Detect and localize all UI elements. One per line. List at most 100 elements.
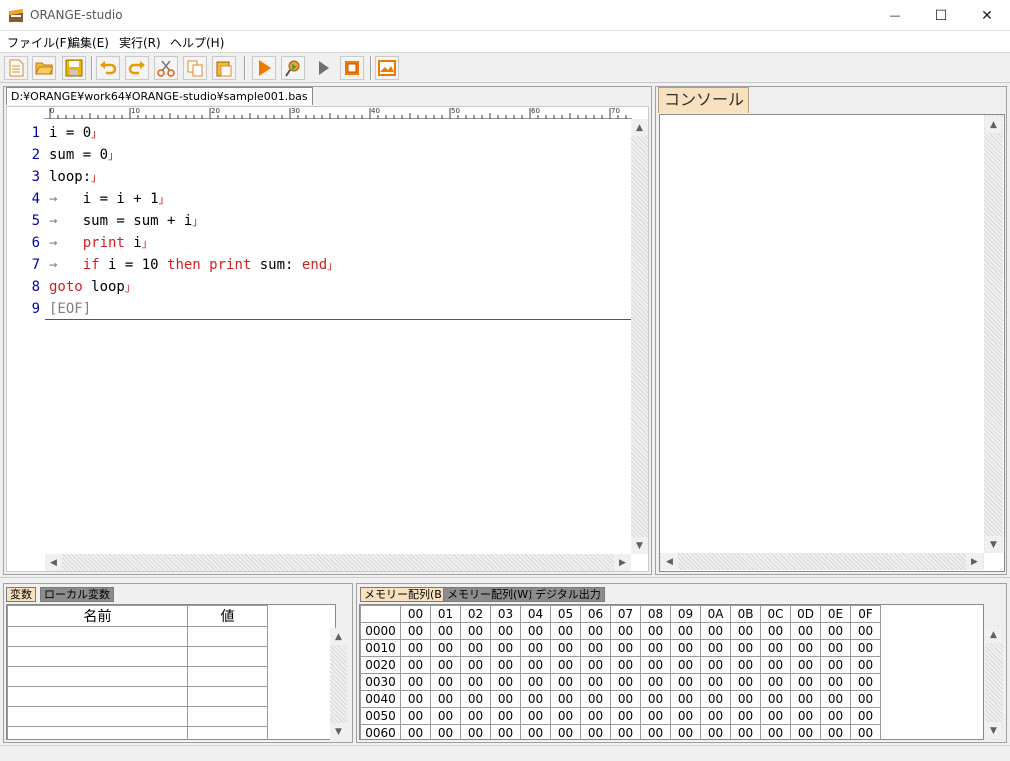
redo-button[interactable]: [125, 56, 149, 80]
memory-cell[interactable]: 00: [850, 673, 881, 691]
code-line[interactable]: [EOF]: [49, 301, 91, 317]
memory-cell[interactable]: 00: [610, 639, 641, 657]
memory-cell[interactable]: 00: [670, 690, 701, 708]
memory-cell[interactable]: 00: [790, 724, 821, 739]
memory-cell[interactable]: 00: [460, 724, 491, 739]
memory-cell[interactable]: 00: [790, 707, 821, 725]
memory-cell[interactable]: 00: [760, 622, 791, 640]
variable-row[interactable]: [7, 666, 268, 687]
console-output[interactable]: [659, 114, 1005, 572]
memory-cell[interactable]: 00: [610, 622, 641, 640]
memory-cell[interactable]: 00: [670, 622, 701, 640]
memory-cell[interactable]: 00: [490, 724, 521, 739]
code-line[interactable]: → print i」: [49, 235, 153, 251]
memory-cell[interactable]: 00: [460, 656, 491, 674]
variable-name-cell[interactable]: [7, 726, 188, 739]
memory-cell[interactable]: 00: [760, 656, 791, 674]
paste-button[interactable]: [212, 56, 236, 80]
variable-row[interactable]: [7, 626, 268, 647]
memory-cell[interactable]: 00: [430, 707, 461, 725]
menu-edit[interactable]: 編集(E): [68, 34, 109, 51]
memory-cell[interactable]: 00: [400, 656, 431, 674]
memory-cell[interactable]: 00: [550, 622, 581, 640]
memory-cell[interactable]: 00: [400, 690, 431, 708]
variable-value-cell[interactable]: [187, 686, 268, 707]
run-button[interactable]: [252, 56, 276, 80]
memory-cell[interactable]: 00: [490, 639, 521, 657]
variable-value-cell[interactable]: [187, 626, 268, 647]
memory-cell[interactable]: 00: [580, 690, 611, 708]
memory-cell[interactable]: 00: [550, 656, 581, 674]
copy-button[interactable]: [183, 56, 207, 80]
variable-value-cell[interactable]: [187, 726, 268, 739]
panel-splitter[interactable]: [0, 577, 1010, 582]
memory-cell[interactable]: 00: [550, 673, 581, 691]
memory-cell[interactable]: 00: [700, 622, 731, 640]
graphics-window-button[interactable]: [375, 56, 399, 80]
memory-cell[interactable]: 00: [430, 656, 461, 674]
scroll-down-arrow-icon[interactable]: ▼: [330, 723, 347, 740]
memory-cell[interactable]: 00: [610, 656, 641, 674]
memory-cell[interactable]: 00: [670, 656, 701, 674]
memory-cell[interactable]: 00: [520, 622, 551, 640]
memory-cell[interactable]: 00: [730, 639, 761, 657]
new-file-button[interactable]: [4, 56, 28, 80]
memory-cell[interactable]: 00: [460, 622, 491, 640]
memory-cell[interactable]: 00: [700, 673, 731, 691]
scroll-up-arrow-icon[interactable]: ▲: [330, 628, 347, 645]
code-line[interactable]: goto loop」: [49, 279, 136, 295]
memory-cell[interactable]: 00: [820, 673, 851, 691]
memory-cell[interactable]: 00: [760, 724, 791, 739]
memory-cell[interactable]: 00: [730, 724, 761, 739]
tab-variables[interactable]: 変数: [6, 587, 36, 602]
scroll-right-arrow-icon[interactable]: ▶: [966, 553, 983, 570]
variable-value-cell[interactable]: [187, 666, 268, 687]
scroll-down-arrow-icon[interactable]: ▼: [985, 536, 1002, 553]
memory-cell[interactable]: 00: [610, 707, 641, 725]
console-tab[interactable]: コンソール: [658, 87, 749, 113]
memory-cell[interactable]: 00: [730, 673, 761, 691]
memory-cell[interactable]: 00: [790, 656, 821, 674]
memory-cell[interactable]: 00: [550, 707, 581, 725]
memory-cell[interactable]: 00: [640, 622, 671, 640]
memory-cell[interactable]: 00: [760, 639, 791, 657]
memory-cell[interactable]: 00: [520, 656, 551, 674]
memory-cell[interactable]: 00: [490, 673, 521, 691]
code-line[interactable]: → sum = sum + i」: [49, 213, 203, 229]
memory-cell[interactable]: 00: [460, 690, 491, 708]
memory-cell[interactable]: 00: [730, 656, 761, 674]
memory-cell[interactable]: 00: [670, 707, 701, 725]
memory-cell[interactable]: 00: [730, 690, 761, 708]
console-vertical-scrollbar[interactable]: [984, 115, 1003, 553]
tab-local-variables[interactable]: ローカル変数: [40, 587, 114, 602]
scroll-left-arrow-icon[interactable]: ◀: [45, 554, 62, 571]
memory-cell[interactable]: 00: [430, 690, 461, 708]
variable-name-cell[interactable]: [7, 686, 188, 707]
memory-cell[interactable]: 00: [580, 724, 611, 739]
column-header-name[interactable]: 名前: [7, 605, 188, 627]
memory-cell[interactable]: 00: [850, 622, 881, 640]
memory-cell[interactable]: 00: [760, 673, 791, 691]
variable-name-cell[interactable]: [7, 626, 188, 647]
variable-name-cell[interactable]: [7, 666, 188, 687]
memory-cell[interactable]: 00: [490, 656, 521, 674]
variable-row[interactable]: [7, 706, 268, 727]
memory-cell[interactable]: 00: [580, 707, 611, 725]
variables-grid[interactable]: 名前 値: [6, 604, 336, 740]
memory-cell[interactable]: 00: [700, 690, 731, 708]
memory-cell[interactable]: 00: [490, 622, 521, 640]
scroll-up-arrow-icon[interactable]: ▲: [631, 119, 648, 136]
memory-cell[interactable]: 00: [670, 639, 701, 657]
memory-cell[interactable]: 00: [610, 724, 641, 739]
memory-cell[interactable]: 00: [490, 707, 521, 725]
memory-cell[interactable]: 00: [850, 639, 881, 657]
menu-help[interactable]: ヘルプ(H): [170, 34, 224, 51]
memory-cell[interactable]: 00: [790, 673, 821, 691]
memory-cell[interactable]: 00: [760, 707, 791, 725]
memory-cell[interactable]: 00: [760, 690, 791, 708]
memory-cell[interactable]: 00: [790, 639, 821, 657]
cut-button[interactable]: [154, 56, 178, 80]
memory-cell[interactable]: 00: [640, 639, 671, 657]
memory-grid[interactable]: 00 01 02 03 04 05 06 07 08 09 0A 0B 0C 0D 0E 0F 0000 00 0…: [359, 604, 984, 740]
memory-cell[interactable]: 00: [490, 690, 521, 708]
